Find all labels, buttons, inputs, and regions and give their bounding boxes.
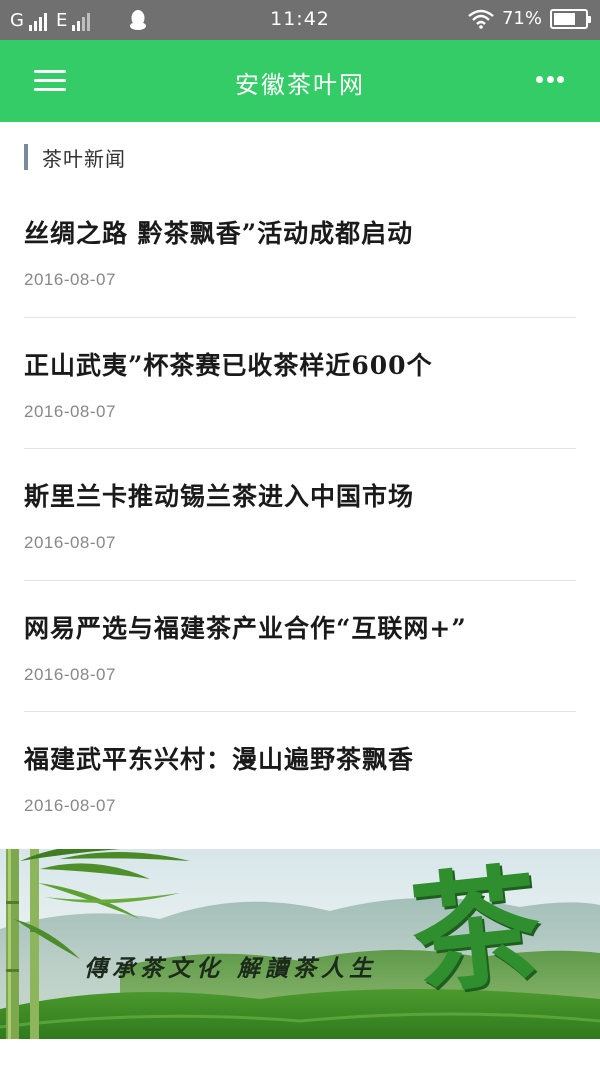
battery-percent: 71% (501, 8, 542, 29)
status-right: 71% (468, 8, 591, 29)
news-title[interactable]: 网易严选与福建茶产业合作“互联网+” (24, 609, 467, 645)
news-title[interactable]: 福建武平东兴村：漫山遍野茶飘香 (24, 740, 414, 776)
battery-icon (550, 8, 591, 29)
section-title: 茶叶新闻 (42, 146, 126, 171)
app-title: 安徽茶叶网 (235, 71, 365, 99)
news-date: 2016-08-07 (24, 533, 116, 552)
battery-fill (554, 12, 575, 25)
app-bar: 安徽茶叶网 (0, 40, 600, 122)
wifi-icon (468, 9, 494, 29)
news-date: 2016-08-07 (24, 796, 116, 815)
news-date: 2016-08-07 (24, 664, 116, 684)
section-header: 茶叶新闻 (24, 143, 126, 171)
news-item[interactable]: 丝绸之路 黔茶飘香”活动成都启动 2016-08-07 (24, 186, 576, 318)
news-title[interactable]: 斯里兰卡推动锡兰茶进入中国市场 (24, 477, 414, 513)
more-icon[interactable] (536, 76, 564, 84)
banner-slogan: 傳承茶文化 解讀茶人生 (84, 955, 378, 982)
news-item[interactable]: 正山武夷”杯茶赛已收茶样近600个 2016-08-07 (24, 318, 576, 449)
section-marker (24, 144, 28, 170)
news-title[interactable]: 丝绸之路 黔茶飘香”活动成都启动 (24, 214, 413, 250)
news-title[interactable]: 正山武夷”杯茶赛已收茶样近600个 (24, 346, 433, 382)
tea-banner[interactable]: 傳承茶文化 解讀茶人生 茶 (0, 849, 600, 1039)
banner-tea-glyph: 茶 (404, 849, 548, 1013)
news-date: 2016-08-07 (24, 401, 116, 421)
news-date: 2016-08-07 (24, 270, 116, 289)
status-bar: G E 11:42 71% (0, 0, 600, 40)
news-item[interactable]: 斯里兰卡推动锡兰茶进入中国市场 2016-08-07 (24, 449, 576, 581)
news-item[interactable]: 福建武平东兴村：漫山遍野茶飘香 2016-08-07 (24, 712, 576, 844)
news-item[interactable]: 网易严选与福建茶产业合作“互联网+” 2016-08-07 (24, 581, 576, 712)
news-list: 丝绸之路 黔茶飘香”活动成都启动 2016-08-07 正山武夷”杯茶赛已收茶样… (24, 186, 576, 844)
